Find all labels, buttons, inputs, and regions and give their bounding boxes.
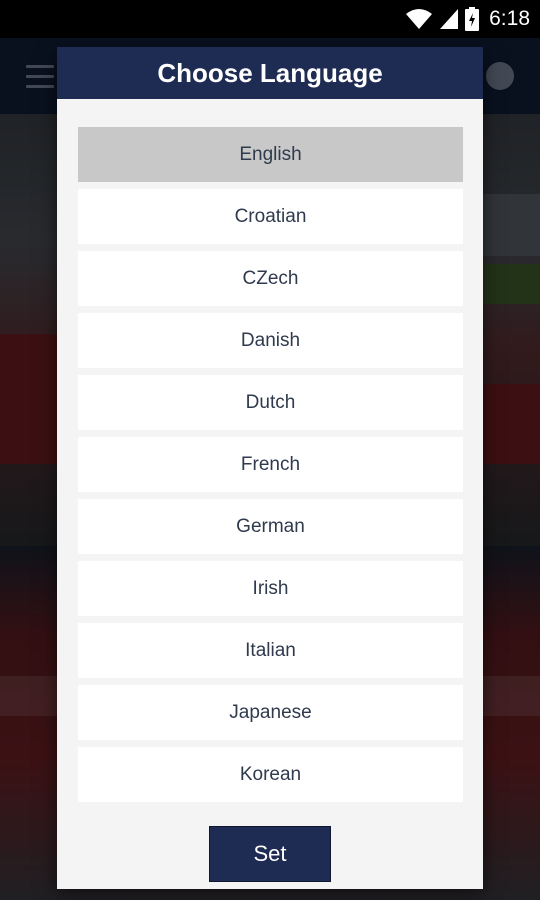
language-option[interactable]: Croatian <box>78 189 463 244</box>
language-option[interactable]: French <box>78 437 463 492</box>
dialog-header: Choose Language <box>57 47 483 99</box>
language-list: English Croatian CZech Danish Dutch Fren… <box>78 127 463 809</box>
set-button[interactable]: Set <box>209 826 331 882</box>
language-dialog: Choose Language English Croatian CZech D… <box>57 47 483 889</box>
language-option[interactable]: Dutch <box>78 375 463 430</box>
language-option[interactable]: Korean <box>78 747 463 802</box>
status-bar: 6:18 <box>0 0 540 38</box>
language-option[interactable]: German <box>78 499 463 554</box>
language-option[interactable]: Japanese <box>78 685 463 740</box>
wifi-icon <box>406 9 433 29</box>
language-option[interactable]: Irish <box>78 561 463 616</box>
language-option[interactable]: Italian <box>78 623 463 678</box>
signal-icon <box>440 9 459 29</box>
dialog-title: Choose Language <box>157 57 383 88</box>
clock: 6:18 <box>489 7 530 30</box>
battery-icon <box>465 7 480 31</box>
screen: 6:18 Choose Language English Croatian CZ… <box>0 0 540 900</box>
language-option[interactable]: Danish <box>78 313 463 368</box>
language-option[interactable]: CZech <box>78 251 463 306</box>
language-option[interactable]: English <box>78 127 463 182</box>
